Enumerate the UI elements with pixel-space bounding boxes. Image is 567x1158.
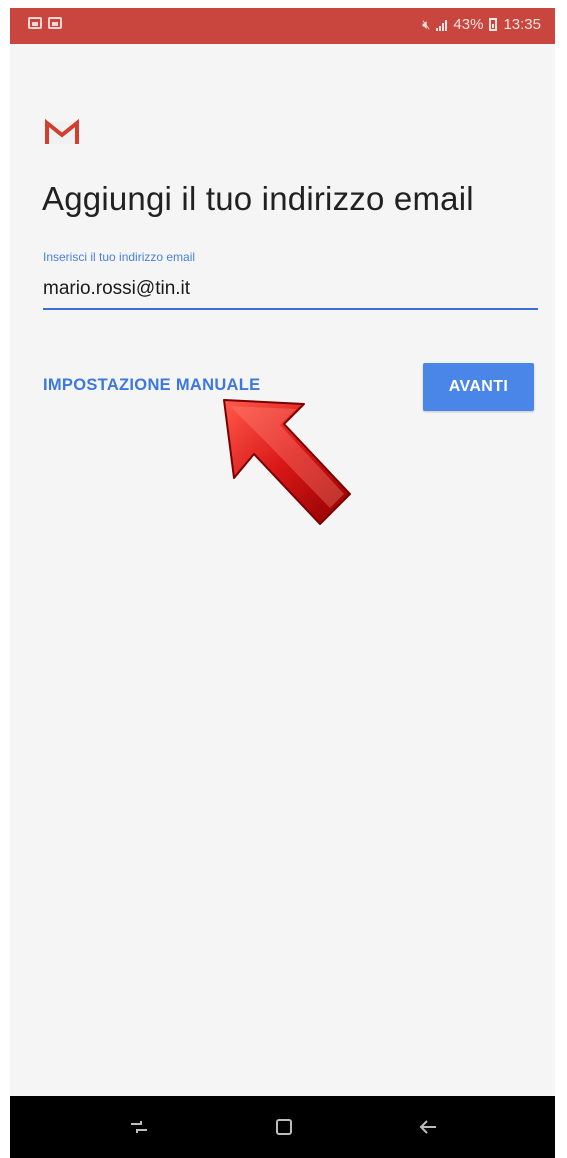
battery-percent: 43%: [453, 16, 484, 33]
message-notification-icon: [48, 17, 62, 29]
status-left: [28, 17, 62, 29]
clock: 13:35: [503, 16, 541, 33]
phone-screen: 🔇︎ 43% 13:35 Aggiungi il tuo indirizzo e…: [10, 8, 555, 1158]
gmail-icon: [44, 118, 80, 151]
email-field[interactable]: [43, 276, 538, 310]
battery-icon: [489, 18, 498, 31]
recents-icon[interactable]: [122, 1110, 156, 1144]
back-icon[interactable]: [411, 1110, 445, 1144]
next-button[interactable]: AVANTI: [423, 363, 534, 411]
email-field-label: Inserisci il tuo indirizzo email: [43, 250, 196, 264]
navigation-bar: [10, 1096, 555, 1158]
image-notification-icon: [28, 17, 42, 29]
mute-icon: 🔇︎: [422, 16, 431, 32]
red-arrow-annotation: [200, 390, 370, 555]
page-title: Aggiungi il tuo indirizzo email: [42, 180, 474, 217]
status-bar: 🔇︎ 43% 13:35: [10, 8, 555, 44]
home-icon[interactable]: [267, 1110, 301, 1144]
status-right: 🔇︎ 43% 13:35: [422, 16, 541, 33]
signal-icon: [436, 19, 448, 31]
